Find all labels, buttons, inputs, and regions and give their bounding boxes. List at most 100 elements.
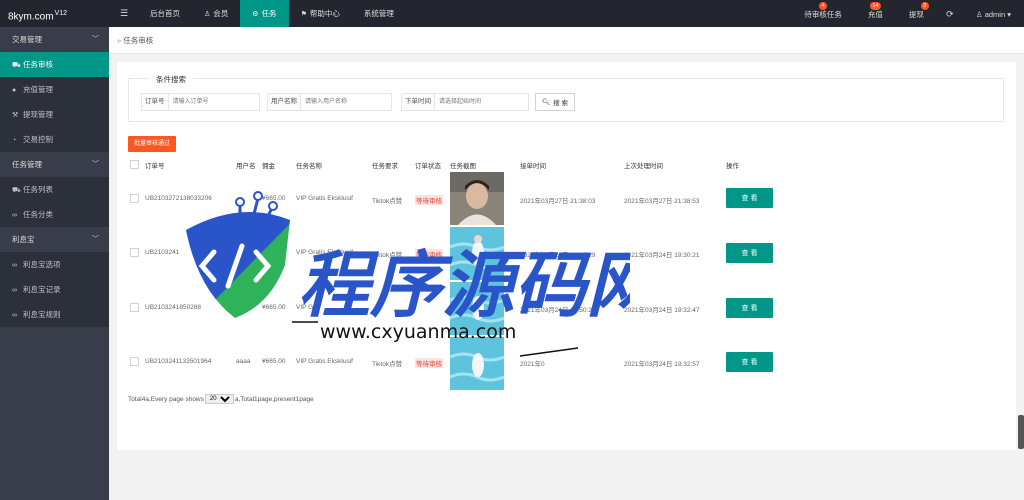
recharge-label: 充值 [867,10,883,19]
view-button[interactable]: 查 看 [726,243,773,263]
filter-legend: 条件搜索 [149,74,193,85]
task-name: VIP Gratis Eksklusif [296,195,353,202]
batch-approve-button[interactable]: 批量审核通过 [128,136,177,152]
breadcrumb: » 任务审核 [109,27,1024,54]
topnav-help-label: 帮助中心 [309,9,340,18]
order-id: UB2103241850288 [145,304,202,311]
row-checkbox[interactable] [130,357,139,366]
gear-icon: ⚙ [252,11,259,18]
sidebar-group-label: 利息宝 [12,235,35,244]
sidebar-group-label: 任务管理 [12,160,42,169]
commission: ¥665.00 [262,304,286,311]
column-header: 接单时间 [520,163,546,170]
hammer-icon: ⚒ [12,112,19,119]
sidebar-group-interest[interactable]: 利息宝 ﹀ [0,227,109,252]
status-badge: 等待审核 [415,249,443,259]
status-badge: 等待审核 [415,358,443,368]
sidebar-item-task-review[interactable]: ⛟ 任务审核 [0,52,109,77]
sidebar-item-interest-records[interactable]: ∞ 利息宝记录 [0,277,109,302]
breadcrumb-label: 任务审核 [123,36,154,45]
order-id: UB2103241 [145,249,180,256]
accept-time: 2021年03月24日 18:50:28 [520,307,596,314]
sidebar-item-label: 利息宝记录 [23,285,61,294]
task-name: VIP Gr [296,304,316,311]
username-label: 用户名称 [267,93,300,111]
order-id: UB2103272138033206 [145,195,212,202]
task-requirement: Tiktok点赞 [372,252,403,259]
gauge-icon: ◔ [12,137,17,144]
search-button[interactable]: 🔍︎ 搜 索 [535,93,575,111]
logo[interactable]: 8kym.comV12 [0,0,109,27]
sidebar-group-tasks[interactable]: 任务管理 ﹀ [0,152,109,177]
sidebar-group-trade[interactable]: 交易管理 ﹀ [0,27,109,52]
order-input[interactable] [167,93,260,111]
topnav-home[interactable]: 后台首页 [138,0,192,27]
task-name: VIP Gratis Eksklusif [296,249,353,256]
row-checkbox[interactable] [130,194,139,203]
pagination: Total4a,Every page shows 20 a,Total1page… [128,394,314,404]
scroll-handle[interactable] [1018,415,1024,449]
topnav-help[interactable]: ⚑ 帮助中心 [289,0,352,27]
column-header: 上次处理时间 [624,163,663,170]
view-button[interactable]: 查 看 [726,188,773,208]
time-label: 下单时间 [401,93,434,111]
top-nav: 后台首页 ♙ 会员 ⚙ 任务 ⚑ 帮助中心 系统管理 [138,0,406,27]
page-size-select[interactable]: 20 [204,394,234,404]
pending-tasks-badge: 4 [819,2,828,10]
pager-prefix: Total4a,Every page shows [128,395,204,403]
sidebar-item-withdraw[interactable]: ⚒ 提现管理 [0,102,109,127]
order-filter: 订单号 [141,93,260,111]
order-label: 订单号 [141,93,168,111]
sidebar-item-label: 充值管理 [23,85,53,94]
main-content: » 任务审核 条件搜索 订单号 用户名称 下单时间 🔍︎搜 索 批量审核通过 订… [109,27,1024,500]
sidebar-group-label: 交易管理 [12,35,42,44]
sidebar-item-recharge[interactable]: ● 充值管理 [0,77,109,102]
status-badge: 等待审核 [415,195,443,205]
column-header: 任务名称 [296,163,322,170]
chevron-up-icon: ﹀ [92,236,99,243]
sidebar-item-task-category[interactable]: ∞ 任务分类 [0,202,109,227]
sidebar-item-interest-rules[interactable]: ∞ 利息宝规则 [0,302,109,327]
pager-suffix: a,Total1page,present1page [234,395,314,403]
recharge-badge: 14 [870,2,881,10]
view-button[interactable]: 查 看 [726,352,773,372]
last-process-time: 2021年03月24日 19:32:47 [624,307,700,314]
topnav-members[interactable]: ♙ 会员 [192,0,240,27]
task-screenshot-swimmer[interactable] [450,337,504,390]
topnav-home-label: 后台首页 [150,9,180,18]
row-checkbox[interactable] [130,248,139,257]
menu-toggle-icon[interactable]: ☰ [117,0,131,27]
time-filter: 下单时间 [401,93,529,111]
top-bar: 8kym.comV12 ☰ 后台首页 ♙ 会员 ⚙ 任务 ⚑ 帮助中心 系统管理 4 … [0,0,1024,27]
withdraw-badge: 3 [920,2,929,10]
row-checkbox[interactable] [130,303,139,312]
logo-text: 8kym.com [8,11,54,23]
topnav-system-label: 系统管理 [363,9,394,18]
sidebar-item-label: 任务列表 [23,185,53,194]
link-icon: ∞ [12,287,17,294]
user-icon: ♙ [975,10,985,19]
task-screenshot-swimmer[interactable] [450,227,504,280]
column-header: 任务截图 [450,163,476,170]
search-icon: 🔍︎ [541,99,551,106]
pending-tasks-link[interactable]: 4 待审核任务 [791,0,855,27]
view-button[interactable]: 查 看 [726,298,773,318]
sidebar-item-label: 提现管理 [23,110,53,119]
username-input[interactable] [300,93,392,111]
task-screenshot-swimmer[interactable] [450,282,504,335]
sidebar-item-interest-options[interactable]: ∞ 利息宝选项 [0,252,109,277]
refresh-icon[interactable]: ⟳ [937,0,963,27]
user-menu[interactable]: ♙ admin ▾ [963,0,1024,27]
select-all-checkbox[interactable] [130,160,139,169]
task-screenshot-portrait[interactable] [450,172,504,225]
cart-icon: ⛟ [12,62,21,69]
topnav-system[interactable]: 系统管理 [352,0,406,27]
topnav-tasks[interactable]: ⚙ 任务 [240,0,289,27]
commission: ¥665.00 [262,358,286,365]
time-input[interactable] [434,93,529,111]
recharge-link[interactable]: 14 充值 [855,0,896,27]
sidebar-item-task-list[interactable]: ⛟ 任务列表 [0,177,109,202]
sidebar-item-trade-control[interactable]: ◔ 交易控制 [0,127,109,152]
withdraw-link[interactable]: 3 提现 [896,0,937,27]
task-requirement: Tiktok点赞 [372,361,403,368]
